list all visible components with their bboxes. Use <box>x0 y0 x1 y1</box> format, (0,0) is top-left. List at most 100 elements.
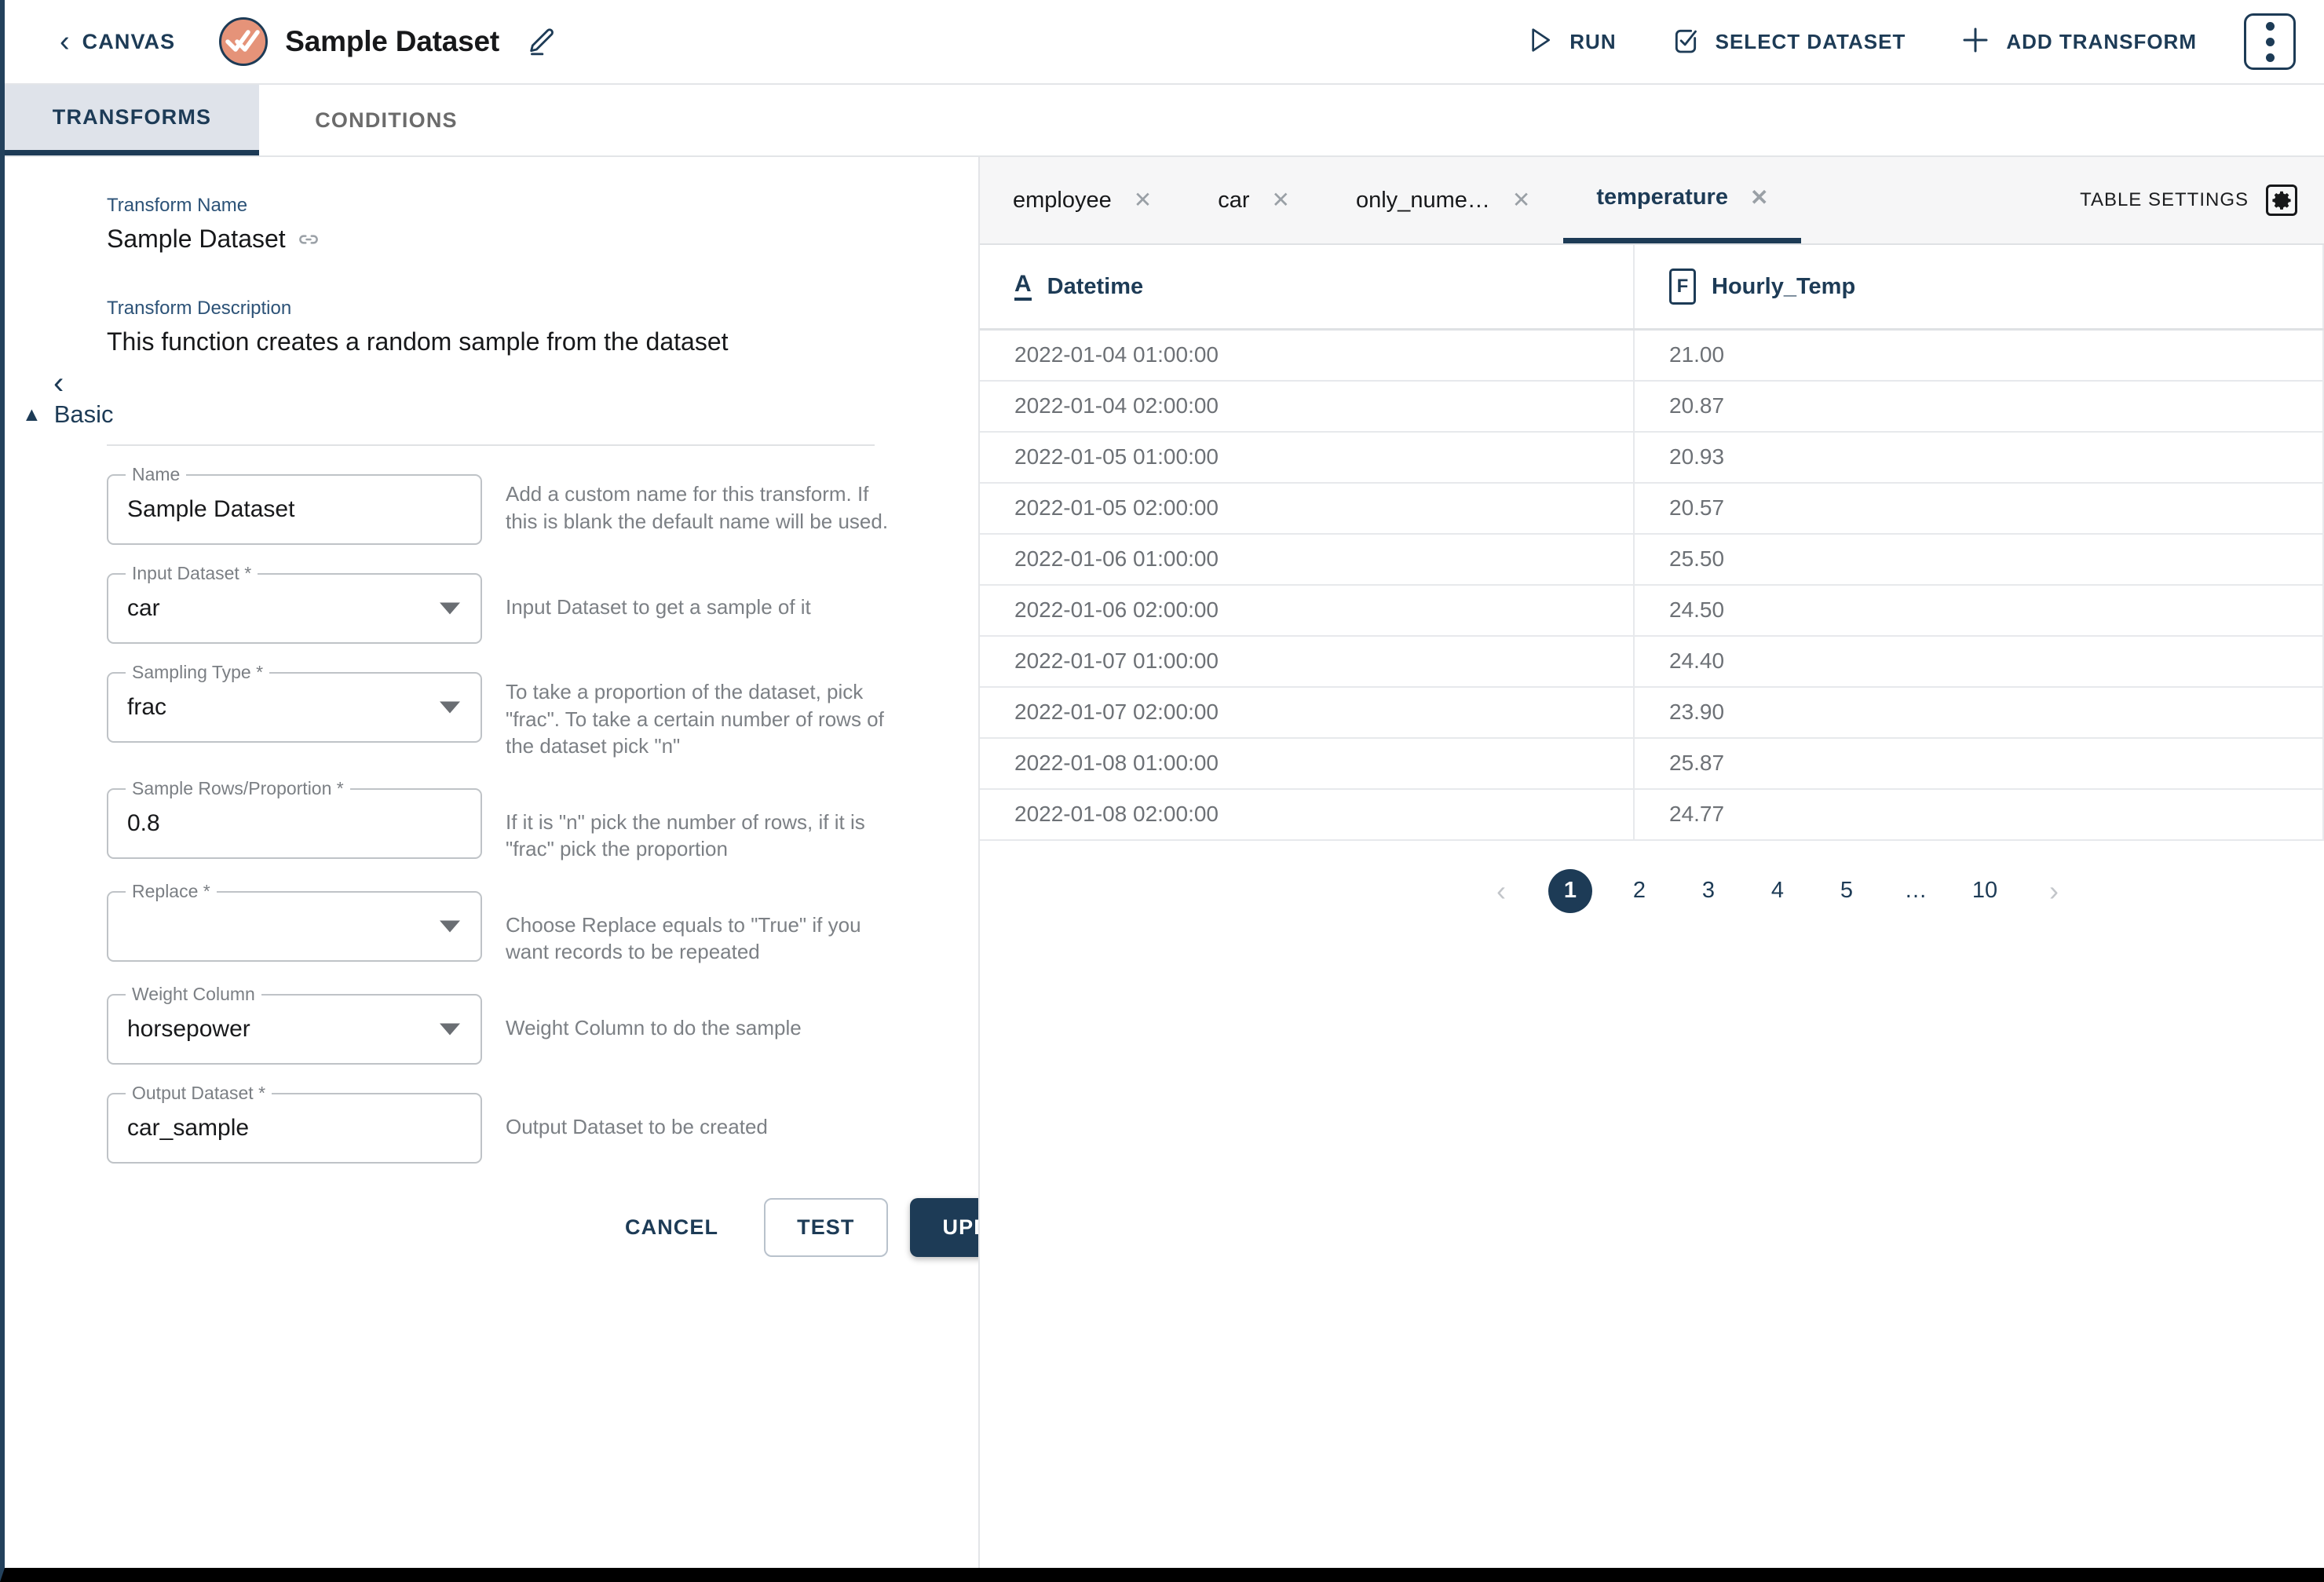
transform-name-value: Sample Dataset <box>107 225 978 254</box>
pagination-page-1[interactable]: 1 <box>1548 868 1592 913</box>
input-dataset-value: car <box>127 595 160 621</box>
column-header-hourly-temp[interactable]: F Hourly_Temp <box>1634 245 2324 331</box>
transform-editor-panel: ‹ Transform Name Sample Dataset Transfor… <box>5 157 980 1568</box>
link-icon[interactable] <box>297 228 320 251</box>
column-header-label: Datetime <box>1047 273 1144 299</box>
string-type-icon: A <box>1014 272 1032 301</box>
weight-column-select[interactable]: Weight Column horsepower <box>107 984 482 1065</box>
weight-column-value: horsepower <box>127 1016 250 1043</box>
cell-hourly-temp: 24.50 <box>1634 584 2324 637</box>
form-actions: CANCEL TEST UPDATE <box>107 1198 978 1258</box>
weight-column-label: Weight Column <box>126 984 261 1006</box>
transform-name-block: Transform Name Sample Dataset <box>107 195 978 254</box>
output-dataset-value: car_sample <box>127 1115 250 1142</box>
pagination-ellipsis: … <box>1904 878 1928 903</box>
select-dataset-button[interactable]: SELECT DATASET <box>1643 13 1933 70</box>
input-dataset-label: Input Dataset * <box>126 563 258 584</box>
cell-datetime: 2022-01-08 02:00:00 <box>980 788 1635 841</box>
close-icon[interactable]: ✕ <box>1134 189 1152 211</box>
chevron-left-icon: ‹ <box>60 25 70 58</box>
chevron-down-icon <box>440 602 460 615</box>
close-icon[interactable]: ✕ <box>1512 189 1530 211</box>
table-row[interactable]: 2022-01-07 01:00:00 24.40 <box>980 635 2324 688</box>
table-row[interactable]: 2022-01-08 01:00:00 25.87 <box>980 737 2324 790</box>
back-to-canvas-button[interactable]: ‹ CANVAS <box>60 27 175 57</box>
top-actions: RUN SELECT DATASET ADD TRANSFORM <box>1497 13 2296 70</box>
cell-datetime: 2022-01-05 01:00:00 <box>980 431 1635 484</box>
field-row-input-dataset: Input Dataset * car Input Dataset to get… <box>107 563 978 644</box>
cell-datetime: 2022-01-07 01:00:00 <box>980 635 1635 688</box>
dataset-tab-label: temperature <box>1596 185 1728 210</box>
cell-hourly-temp: 23.90 <box>1634 686 2324 739</box>
field-row-sampling-type: Sampling Type * frac To take a proportio… <box>107 662 978 760</box>
pagination-page-5[interactable]: 5 <box>1825 869 1869 913</box>
back-to-canvas-label: CANVAS <box>82 29 176 53</box>
test-button[interactable]: TEST <box>764 1198 888 1258</box>
table-row[interactable]: 2022-01-06 02:00:00 24.50 <box>980 584 2324 637</box>
table-settings-label: TABLE SETTINGS <box>2080 189 2249 210</box>
collapse-panel-chevron-icon[interactable]: ‹ <box>53 367 64 399</box>
update-button[interactable]: UPDATE <box>909 1198 978 1258</box>
field-row-name: Name Sample Dataset Add a custom name fo… <box>107 464 978 545</box>
pagination-page-10[interactable]: 10 <box>1963 869 2007 913</box>
column-header-label: Hourly_Temp <box>1712 273 1856 299</box>
sampling-type-hint: To take a proportion of the dataset, pic… <box>506 680 884 758</box>
sample-rows-label: Sample Rows/Proportion * <box>126 777 350 799</box>
basic-section-toggle[interactable]: ▲ Basic <box>22 400 978 429</box>
sampling-type-select[interactable]: Sampling Type * frac <box>107 662 482 743</box>
kebab-menu-icon[interactable] <box>2244 13 2296 70</box>
dataset-tab-employee[interactable]: employee ✕ <box>980 157 1185 243</box>
app-logo-icon <box>219 17 269 66</box>
pagination-next-button[interactable]: › <box>2032 869 2076 913</box>
transform-name-caption: Transform Name <box>107 195 248 216</box>
plus-icon <box>1959 24 1992 60</box>
play-icon <box>1524 24 1555 60</box>
input-dataset-select[interactable]: Input Dataset * car <box>107 563 482 644</box>
name-field[interactable]: Name Sample Dataset <box>107 464 482 545</box>
chevron-down-icon <box>440 1023 460 1036</box>
close-icon[interactable]: ✕ <box>1750 186 1768 209</box>
sample-rows-field[interactable]: Sample Rows/Proportion * 0.8 <box>107 777 482 859</box>
table-row[interactable]: 2022-01-04 01:00:00 21.00 <box>980 329 2324 382</box>
dataset-tab-temperature[interactable]: temperature ✕ <box>1563 157 1802 243</box>
dataset-tab-car[interactable]: car ✕ <box>1185 157 1323 243</box>
checkbox-check-icon <box>1670 24 1701 60</box>
cell-hourly-temp: 25.50 <box>1634 533 2324 586</box>
tab-transforms[interactable]: TRANSFORMS <box>5 85 259 155</box>
transform-meta: Transform Name Sample Dataset Transform … <box>5 195 978 356</box>
pagination-prev-button[interactable]: ‹ <box>1479 869 1523 913</box>
pagination-page-3[interactable]: 3 <box>1686 869 1730 913</box>
column-header-datetime[interactable]: A Datetime <box>980 245 1635 331</box>
field-row-weight-column: Weight Column horsepower Weight Column t… <box>107 984 978 1065</box>
pagination-page-4[interactable]: 4 <box>1756 869 1800 913</box>
dataset-tab-label: only_nume… <box>1355 187 1490 213</box>
tab-conditions[interactable]: CONDITIONS <box>259 85 513 155</box>
output-dataset-hint: Output Dataset to be created <box>506 1115 768 1139</box>
transform-description-value: This function creates a random sample fr… <box>107 327 729 356</box>
dataset-tab-only-numeric[interactable]: only_nume… ✕ <box>1323 157 1563 243</box>
table-row[interactable]: 2022-01-07 02:00:00 23.90 <box>980 686 2324 739</box>
input-dataset-hint: Input Dataset to get a sample of it <box>506 595 811 619</box>
transform-description-block: Transform Description This function crea… <box>107 298 978 356</box>
pencil-icon[interactable] <box>526 26 557 57</box>
weight-column-hint: Weight Column to do the sample <box>506 1016 802 1040</box>
cancel-button[interactable]: CANCEL <box>600 1198 744 1257</box>
close-icon[interactable]: ✕ <box>1272 189 1290 211</box>
pagination-page-2[interactable]: 2 <box>1617 869 1661 913</box>
table-row[interactable]: 2022-01-06 01:00:00 25.50 <box>980 533 2324 586</box>
table-row[interactable]: 2022-01-05 02:00:00 20.57 <box>980 482 2324 535</box>
select-dataset-label: SELECT DATASET <box>1715 29 1906 53</box>
table-row[interactable]: 2022-01-04 02:00:00 20.87 <box>980 380 2324 433</box>
cell-datetime: 2022-01-07 02:00:00 <box>980 686 1635 739</box>
data-table: A Datetime F Hourly_Temp 2022-01-04 01:0… <box>980 245 2324 841</box>
output-dataset-field[interactable]: Output Dataset * car_sample <box>107 1083 482 1164</box>
add-transform-button[interactable]: ADD TRANSFORM <box>1932 13 2224 70</box>
replace-select[interactable]: Replace * <box>107 880 482 962</box>
chevron-down-icon <box>440 701 460 714</box>
replace-hint: Choose Replace equals to "True" if you w… <box>506 912 861 964</box>
table-settings-button[interactable]: TABLE SETTINGS <box>2053 157 2324 243</box>
field-row-output-dataset: Output Dataset * car_sample Output Datas… <box>107 1083 978 1164</box>
table-row[interactable]: 2022-01-08 02:00:00 24.77 <box>980 788 2324 841</box>
run-button[interactable]: RUN <box>1497 13 1643 70</box>
table-row[interactable]: 2022-01-05 01:00:00 20.93 <box>980 431 2324 484</box>
